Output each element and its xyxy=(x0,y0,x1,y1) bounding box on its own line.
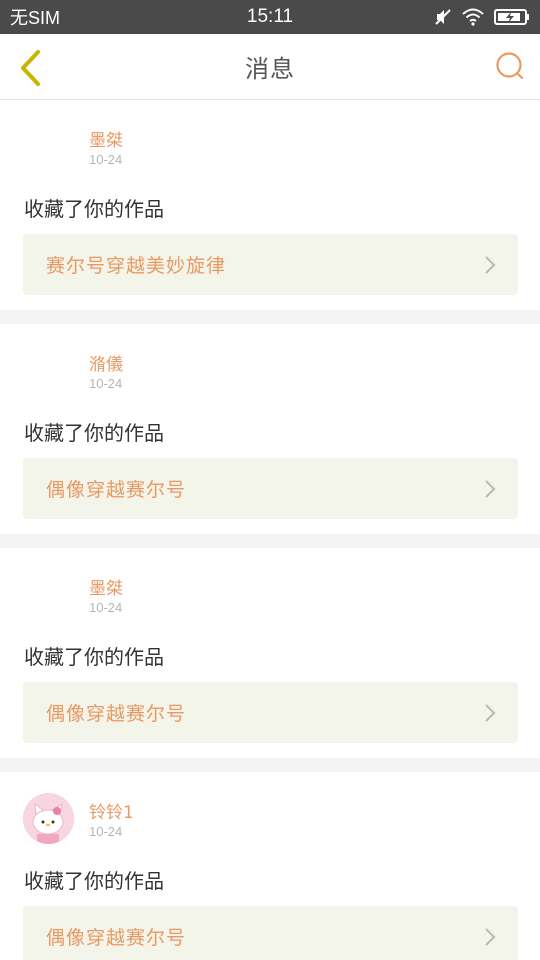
message-card: 潃儀 10-24 收藏了你的作品 偶像穿越赛尔号 xyxy=(0,324,540,534)
work-link[interactable]: 偶像穿越赛尔号 xyxy=(23,682,518,743)
user-name[interactable]: 铃铃1 xyxy=(89,798,134,823)
avatar[interactable] xyxy=(23,569,74,620)
work-link[interactable]: 偶像穿越赛尔号 xyxy=(23,458,518,519)
carrier-label: 无SIM xyxy=(10,8,61,28)
chevron-right-icon xyxy=(485,256,496,274)
message-card: 铃铃1 10-24 收藏了你的作品 偶像穿越赛尔号 xyxy=(0,772,540,960)
message-date: 10-24 xyxy=(89,376,123,391)
mute-icon xyxy=(434,8,452,26)
work-title: 偶像穿越赛尔号 xyxy=(46,479,187,501)
message-text: 收藏了你的作品 xyxy=(24,421,164,445)
work-link[interactable]: 偶像穿越赛尔号 xyxy=(23,906,518,960)
message-date: 10-24 xyxy=(89,600,123,615)
back-button[interactable] xyxy=(10,46,50,90)
message-list: 墨桀 10-24 收藏了你的作品 赛尔号穿越美妙旋律 潃儀 10-24 收藏了你… xyxy=(0,100,540,960)
chevron-right-icon xyxy=(485,928,496,946)
chevron-left-icon xyxy=(21,50,40,86)
message-date: 10-24 xyxy=(89,152,123,167)
user-name[interactable]: 墨桀 xyxy=(89,574,123,599)
hello-kitty-avatar[interactable] xyxy=(23,793,74,844)
user-name[interactable]: 潃儀 xyxy=(89,350,123,375)
chevron-right-icon xyxy=(485,704,496,722)
message-card: 墨桀 10-24 收藏了你的作品 赛尔号穿越美妙旋律 xyxy=(0,100,540,310)
work-title: 偶像穿越赛尔号 xyxy=(46,927,187,949)
status-bar: 无SIM 15:11 xyxy=(0,0,540,34)
search-button[interactable] xyxy=(492,48,528,84)
work-link[interactable]: 赛尔号穿越美妙旋律 xyxy=(23,234,518,295)
message-date: 10-24 xyxy=(89,824,123,839)
work-title: 赛尔号穿越美妙旋律 xyxy=(46,255,227,277)
avatar[interactable] xyxy=(23,121,74,172)
work-title: 偶像穿越赛尔号 xyxy=(46,703,187,725)
status-icons xyxy=(434,8,530,26)
nav-bar: 消息 xyxy=(0,34,540,100)
page-title: 消息 xyxy=(245,55,295,83)
message-text: 收藏了你的作品 xyxy=(24,645,164,669)
search-icon xyxy=(496,52,524,80)
wifi-icon xyxy=(462,8,484,26)
battery-charging-icon xyxy=(494,9,530,25)
message-card: 墨桀 10-24 收藏了你的作品 偶像穿越赛尔号 xyxy=(0,548,540,758)
message-text: 收藏了你的作品 xyxy=(24,869,164,893)
message-text: 收藏了你的作品 xyxy=(24,197,164,221)
chevron-right-icon xyxy=(485,480,496,498)
avatar[interactable] xyxy=(23,345,74,396)
user-name[interactable]: 墨桀 xyxy=(89,126,123,151)
